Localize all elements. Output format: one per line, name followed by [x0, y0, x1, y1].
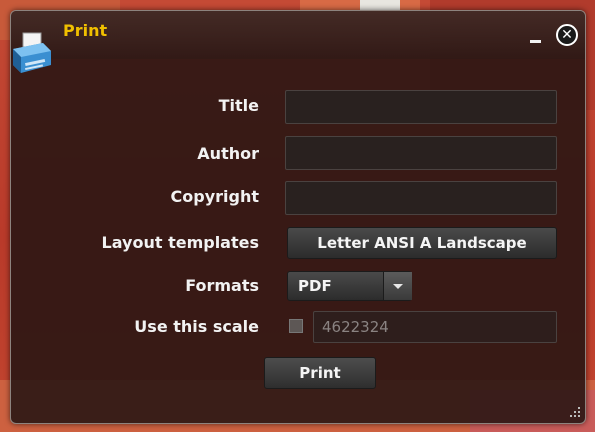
author-label: Author — [197, 144, 259, 163]
title-label: Title — [218, 96, 259, 115]
layout-template-select[interactable]: Letter ANSI A Landscape — [287, 227, 557, 259]
minimize-button[interactable] — [527, 29, 545, 47]
use-scale-label: Use this scale — [134, 317, 259, 336]
copyright-field[interactable] — [285, 181, 557, 215]
print-button[interactable]: Print — [264, 357, 376, 389]
author-field[interactable] — [285, 136, 557, 170]
resize-grip-icon[interactable] — [569, 407, 581, 419]
layout-templates-label: Layout templates — [101, 233, 259, 252]
chevron-down-icon[interactable] — [383, 272, 412, 300]
formats-selected-value: PDF — [298, 277, 332, 295]
scale-field[interactable] — [313, 311, 557, 343]
close-icon: ✕ — [561, 27, 573, 43]
use-scale-checkbox[interactable] — [289, 319, 303, 333]
print-dialog: Print ✕ Title Author Copyright Layout te… — [10, 10, 586, 424]
copyright-label: Copyright — [170, 187, 259, 206]
title-field[interactable] — [285, 90, 557, 124]
formats-label: Formats — [185, 276, 259, 295]
dialog-title: Print — [63, 21, 108, 40]
printer-icon — [9, 31, 55, 79]
formats-select[interactable]: PDF — [287, 271, 412, 301]
close-button[interactable]: ✕ — [556, 24, 578, 46]
